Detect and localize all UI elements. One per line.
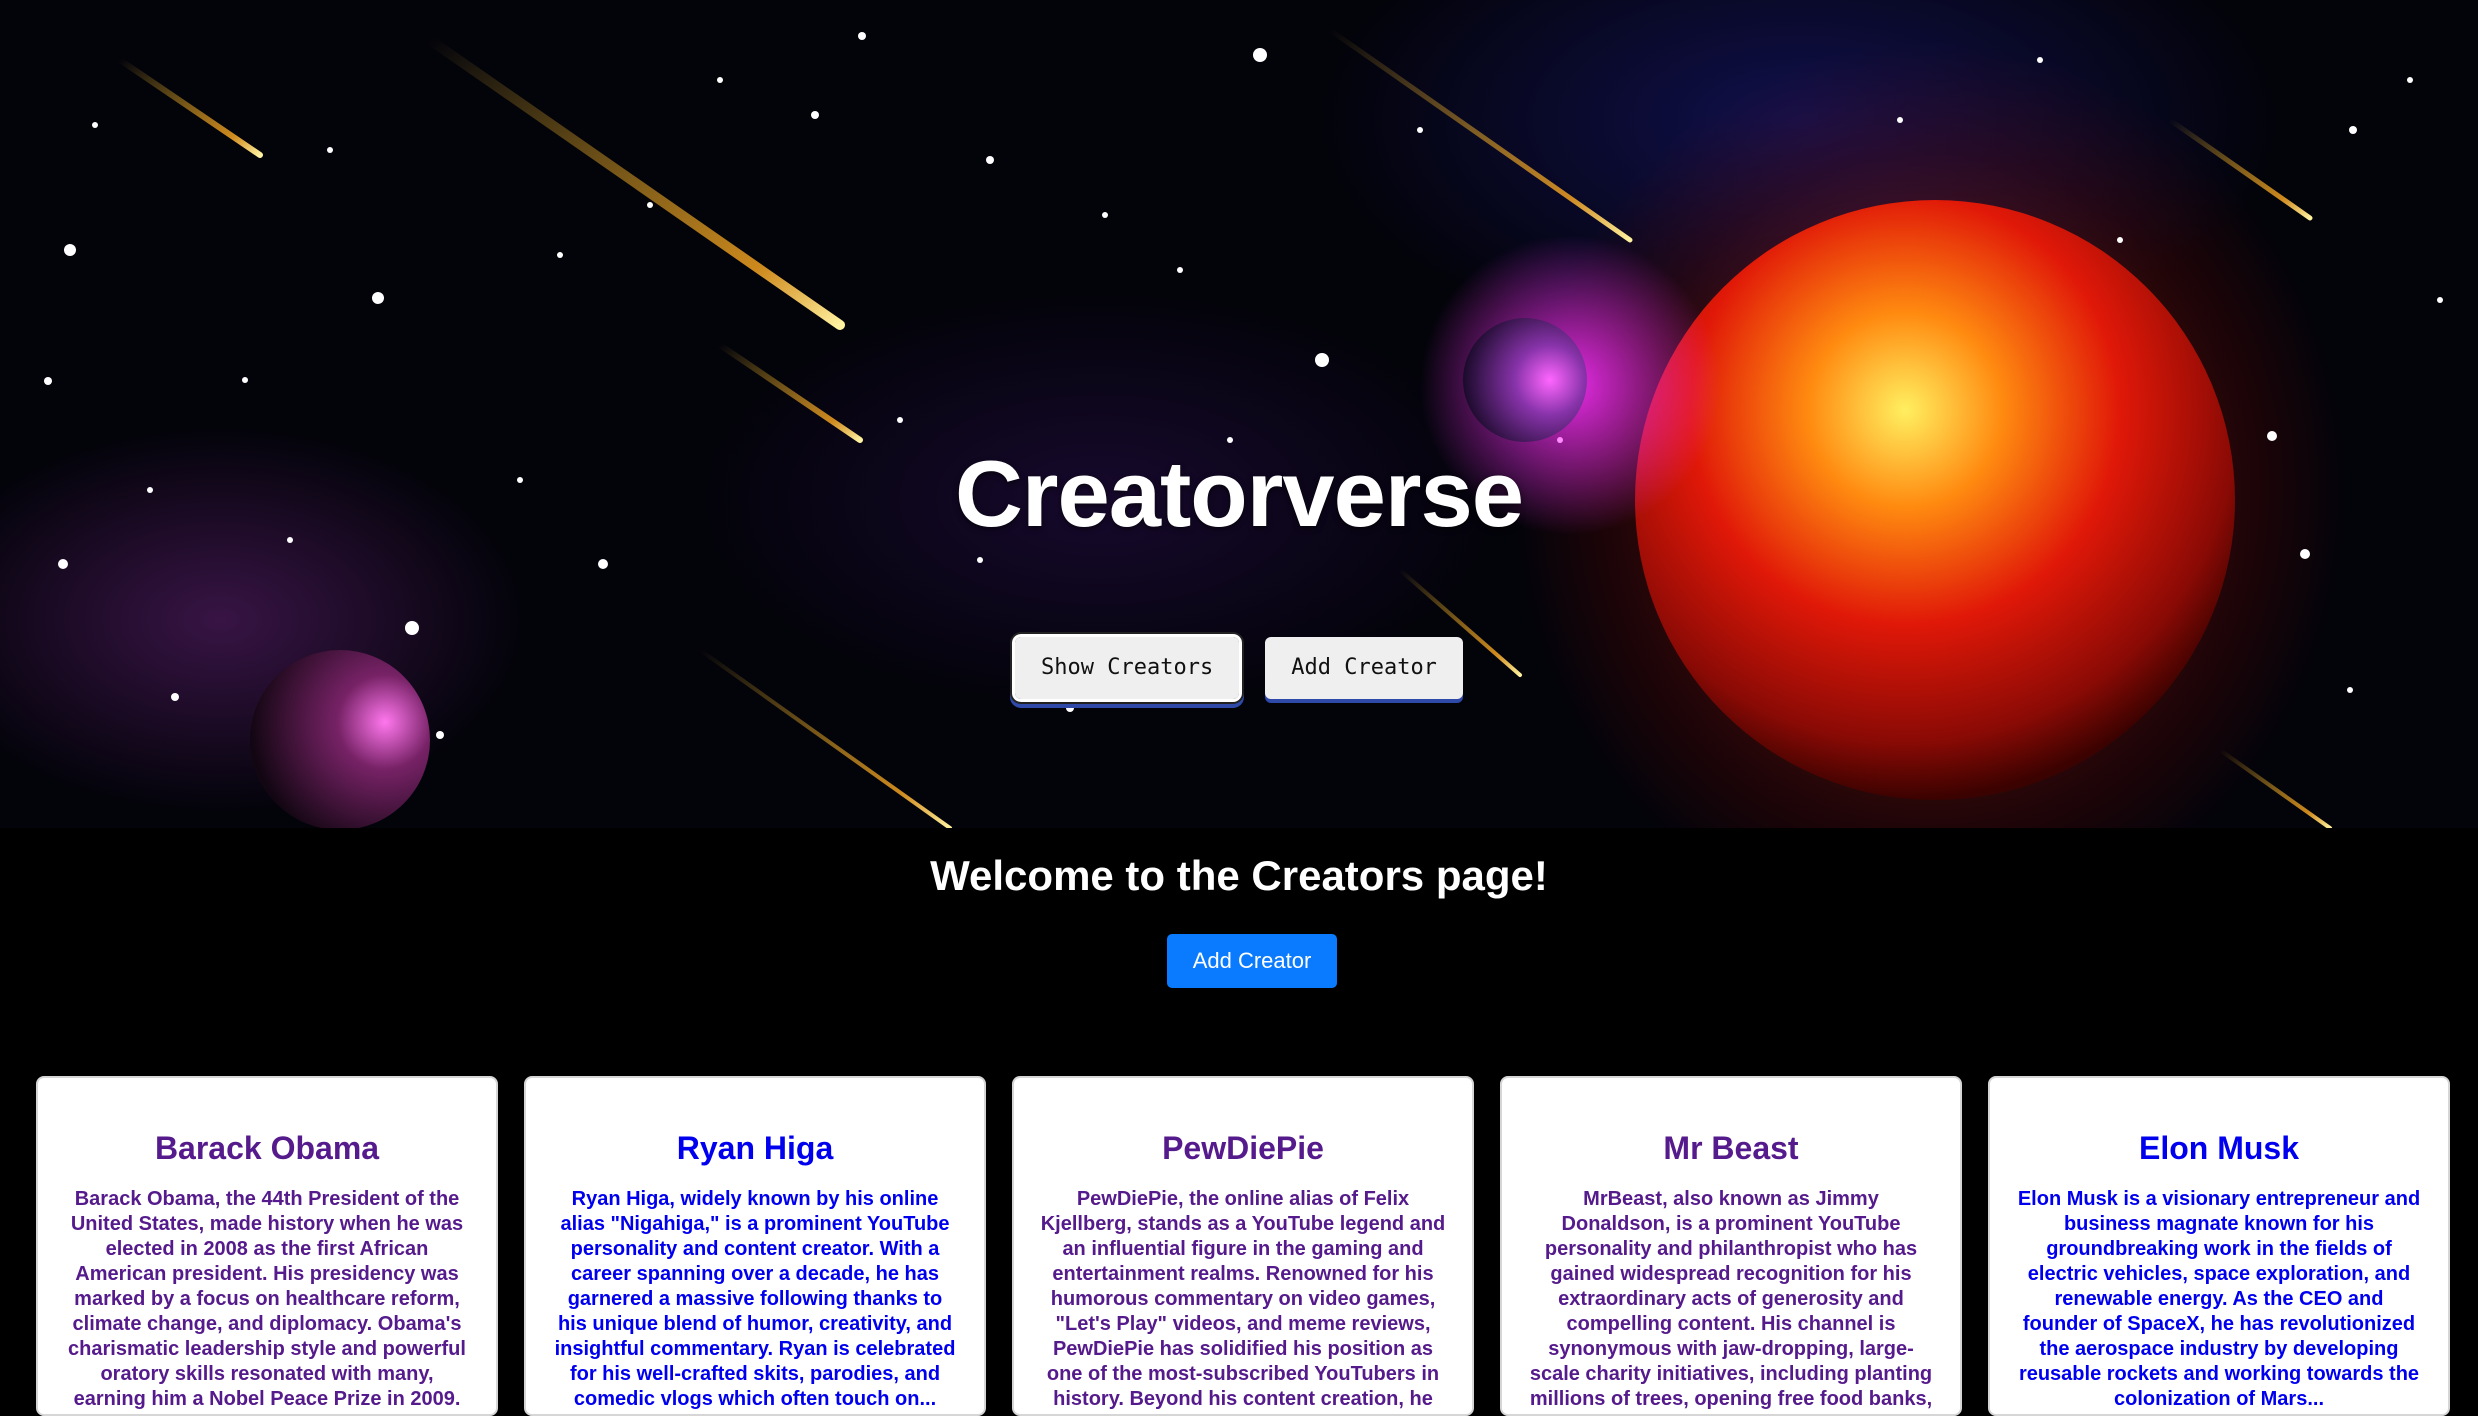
- creator-name[interactable]: Ryan Higa: [552, 1130, 958, 1167]
- creator-card-list: Barack Obama Barack Obama, the 44th Pres…: [36, 1076, 2450, 1416]
- creator-card[interactable]: Barack Obama Barack Obama, the 44th Pres…: [36, 1076, 498, 1416]
- creator-description: Ryan Higa, widely known by his online al…: [554, 1188, 956, 1410]
- creator-description: Barack Obama, the 44th President of the …: [68, 1188, 466, 1410]
- creator-name[interactable]: PewDiePie: [1040, 1130, 1446, 1167]
- creator-name[interactable]: Mr Beast: [1528, 1130, 1934, 1167]
- add-creator-nav-button[interactable]: Add Creator: [1265, 637, 1463, 699]
- creator-name[interactable]: Barack Obama: [64, 1130, 470, 1167]
- hero-button-group: Show Creators Add Creator: [0, 634, 2478, 702]
- creator-name[interactable]: Elon Musk: [2016, 1130, 2422, 1167]
- creator-description: MrBeast, also known as Jimmy Donaldson, …: [1529, 1188, 1933, 1414]
- creator-description: PewDiePie, the online alias of Felix Kje…: [1040, 1188, 1446, 1414]
- creator-card[interactable]: PewDiePie PewDiePie, the online alias of…: [1012, 1076, 1474, 1416]
- creator-card[interactable]: Ryan Higa Ryan Higa, widely known by his…: [524, 1076, 986, 1416]
- creator-card[interactable]: Elon Musk Elon Musk is a visionary entre…: [1988, 1076, 2450, 1416]
- site-title: Creatorverse: [954, 441, 1524, 546]
- show-creators-button[interactable]: Show Creators: [1012, 634, 1243, 702]
- page-heading: Welcome to the Creators page!: [930, 852, 1548, 899]
- hero-banner: Creatorverse Show Creators Add Creator: [0, 0, 2478, 828]
- creator-card[interactable]: Mr Beast MrBeast, also known as Jimmy Do…: [1500, 1076, 1962, 1416]
- add-creator-button[interactable]: Add Creator: [1167, 934, 1337, 988]
- space-background-image: [44, 27, 2443, 828]
- creator-description: Elon Musk is a visionary entrepreneur an…: [2017, 1188, 2421, 1410]
